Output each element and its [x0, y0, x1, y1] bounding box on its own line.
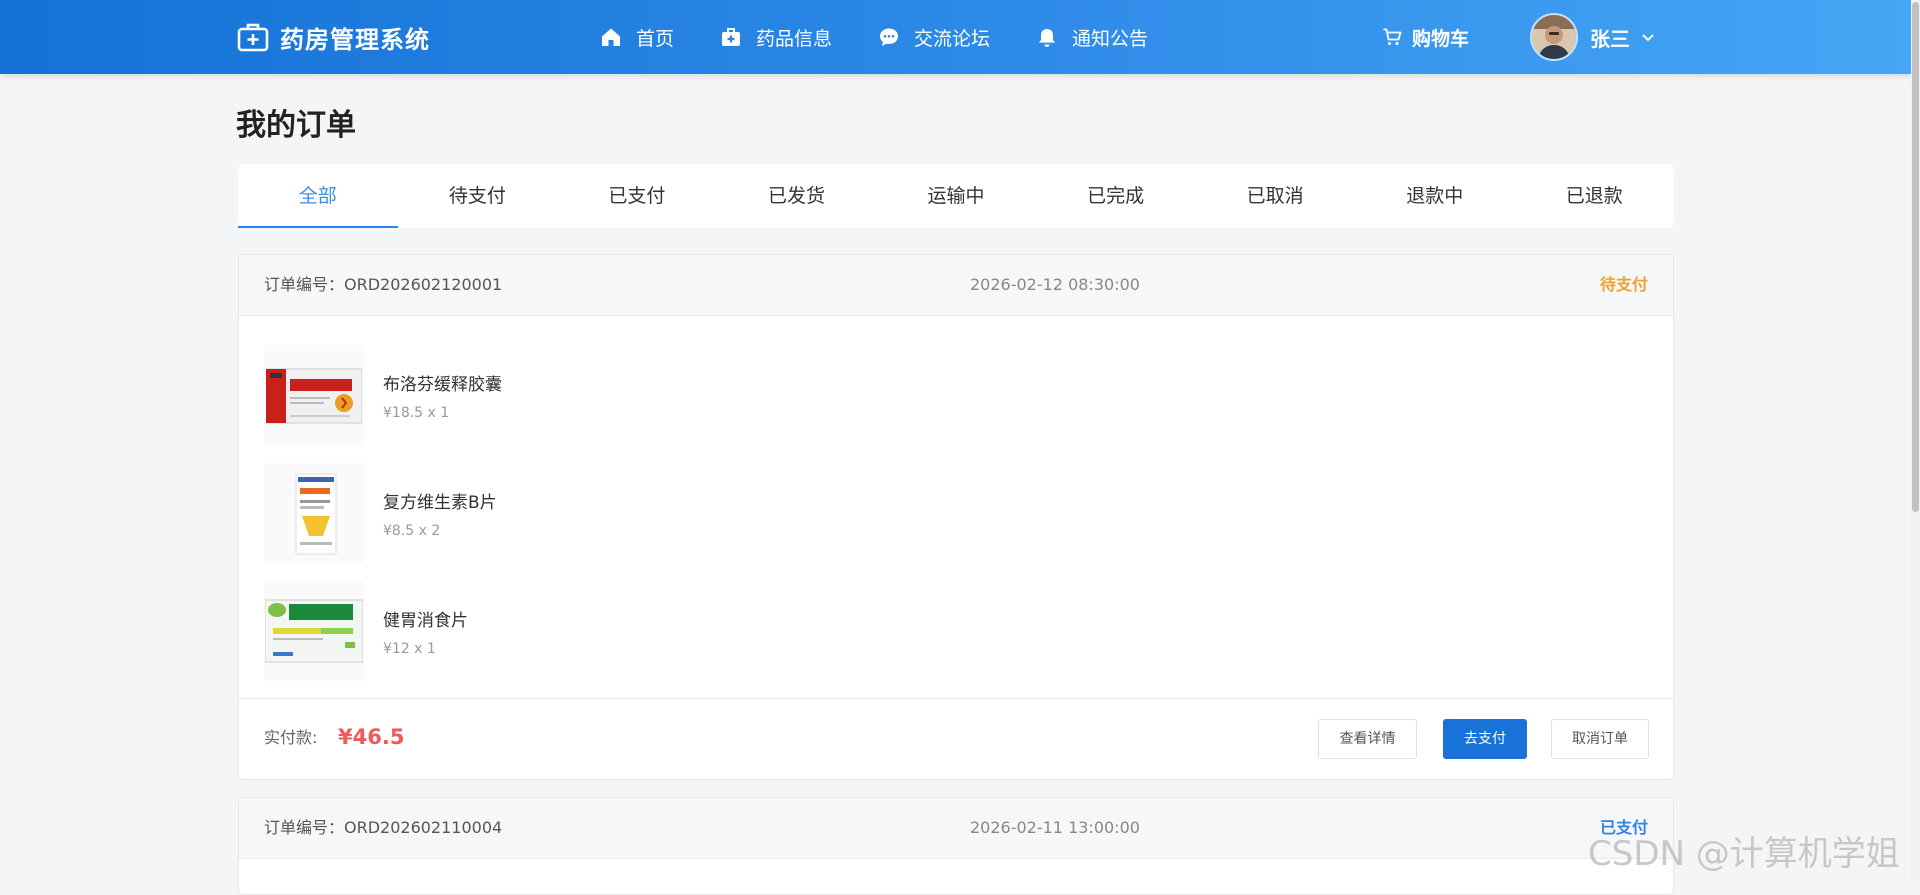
user-name: 张三 — [1590, 26, 1630, 51]
tab-refunding[interactable]: 退款中 — [1355, 164, 1515, 228]
product-name: 布洛芬缓释胶囊 — [383, 374, 502, 395]
tab-paid[interactable]: 已支付 — [557, 164, 717, 228]
product-name: 复方维生素B片 — [383, 492, 497, 513]
tab-pending-payment[interactable]: 待支付 — [398, 164, 558, 228]
cart-link[interactable]: 购物车 — [1382, 0, 1469, 74]
shopping-cart-icon — [1383, 28, 1402, 45]
nav-item-home[interactable]: 首页 — [600, 24, 674, 51]
cart-label: 购物车 — [1412, 27, 1470, 50]
order-items: 布洛芬缓释胶囊 ¥18.5 x 1 复方维生素B片 ¥8.5 x 2 健胃消食片… — [239, 316, 1673, 698]
nav-label: 药品信息 — [756, 27, 833, 50]
order-status-tabs: 全部 待支付 已支付 已发货 运输中 已完成 已取消 退款中 已退款 — [238, 164, 1674, 228]
order-number: 订单编号：ORD202602120001 — [264, 275, 503, 294]
user-menu[interactable]: 张三 — [1530, 0, 1656, 74]
nav-item-forum[interactable]: 交流论坛 — [878, 24, 990, 51]
product-image[interactable] — [264, 345, 364, 445]
nav-label: 交流论坛 — [914, 27, 991, 50]
paid-amount: ¥46.5 — [338, 725, 405, 749]
home-icon — [602, 28, 620, 46]
bell-icon — [1039, 29, 1056, 47]
brand[interactable]: 药房管理系统 — [236, 18, 430, 56]
avatar[interactable] — [1530, 13, 1578, 61]
order-item[interactable]: 布洛芬缓释胶囊 ¥18.5 x 1 — [264, 336, 1648, 454]
pay-now-button[interactable]: 去支付 — [1443, 719, 1527, 759]
product-image[interactable] — [264, 463, 364, 563]
chat-bubble-icon — [880, 28, 899, 46]
product-name: 健胃消食片 — [383, 610, 468, 631]
tab-refunded[interactable]: 已退款 — [1515, 164, 1675, 228]
order-time: 2026-02-11 13:00:00 — [970, 818, 1140, 837]
order-footer: 实付款: ¥46.5 查看详情 去支付 取消订单 — [239, 698, 1673, 776]
medicine-kit-icon — [722, 28, 741, 46]
order-item[interactable]: 复方维生素B片 ¥8.5 x 2 — [264, 454, 1648, 572]
vertical-scrollbar[interactable] — [1911, 0, 1920, 881]
user-photo — [1532, 15, 1576, 59]
product-price-quantity: ¥8.5 x 2 — [383, 522, 441, 539]
nav-label: 首页 — [636, 27, 675, 50]
nav-label: 通知公告 — [1072, 27, 1149, 50]
nav-item-medicine-info[interactable]: 药品信息 — [720, 24, 832, 51]
order-card: 订单编号：ORD202602110004 2026-02-11 13:00:00… — [238, 797, 1674, 895]
app-title: 药房管理系统 — [280, 25, 430, 54]
order-card: 订单编号：ORD202602120001 2026-02-12 08:30:00… — [238, 254, 1674, 780]
tab-shipped[interactable]: 已发货 — [717, 164, 877, 228]
medical-kit-logo-icon — [237, 23, 269, 52]
product-image[interactable] — [264, 581, 364, 681]
top-navbar: 药房管理系统 首页 药品信息 交流论坛 通知公告 购物车 张三 — [0, 0, 1911, 74]
digestive-tablet-box-illustration — [265, 599, 363, 663]
tab-completed[interactable]: 已完成 — [1036, 164, 1196, 228]
order-status-badge: 待支付 — [1599, 275, 1648, 294]
chevron-down-icon — [1642, 34, 1654, 42]
vitamin-b-box-illustration — [295, 473, 337, 555]
product-price-quantity: ¥18.5 x 1 — [383, 404, 450, 421]
ibuprofen-box-illustration — [266, 368, 362, 424]
tab-all[interactable]: 全部 — [238, 164, 398, 228]
paid-amount-label: 实付款: — [264, 728, 318, 747]
tab-cancelled[interactable]: 已取消 — [1195, 164, 1355, 228]
order-item[interactable]: 健胃消食片 ¥12 x 1 — [264, 572, 1648, 690]
product-price-quantity: ¥12 x 1 — [383, 640, 436, 657]
main-nav: 首页 药品信息 交流论坛 通知公告 — [600, 0, 1194, 74]
page-title: 我的订单 — [236, 108, 356, 143]
order-time: 2026-02-12 08:30:00 — [970, 275, 1140, 294]
view-details-button[interactable]: 查看详情 — [1318, 719, 1417, 759]
cancel-order-button[interactable]: 取消订单 — [1551, 719, 1649, 759]
order-header: 订单编号：ORD202602110004 2026-02-11 13:00:00… — [239, 798, 1673, 859]
tab-in-transit[interactable]: 运输中 — [876, 164, 1036, 228]
order-number: 订单编号：ORD202602110004 — [264, 818, 503, 837]
nav-item-notices[interactable]: 通知公告 — [1036, 24, 1148, 51]
scrollbar-thumb[interactable] — [1912, 2, 1919, 512]
order-header: 订单编号：ORD202602120001 2026-02-12 08:30:00… — [239, 255, 1673, 316]
watermark: CSDN @计算机学姐 — [1588, 834, 1900, 874]
